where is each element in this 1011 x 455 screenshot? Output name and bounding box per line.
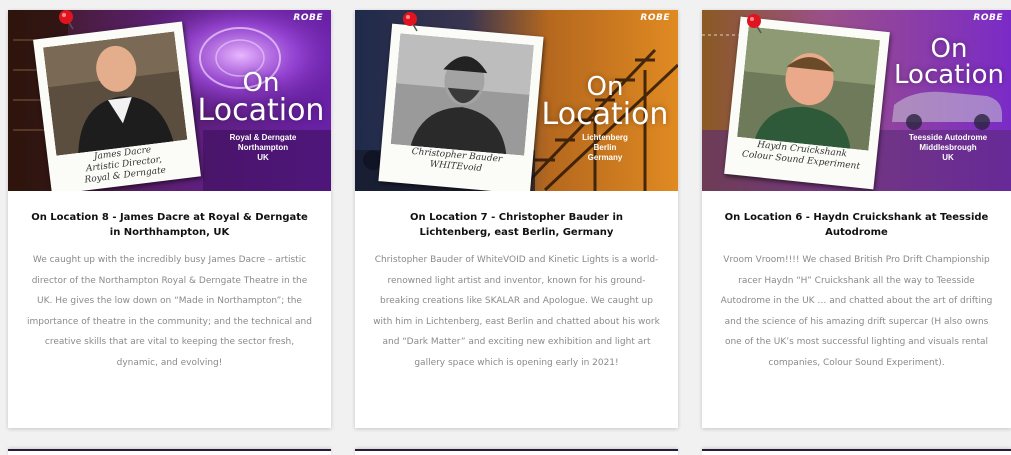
card-description: Vroom Vroom!!!! We chased British Pro Dr… bbox=[720, 255, 993, 368]
pushpin-icon bbox=[747, 14, 762, 34]
card-description: We caught up with the incredibly busy Ja… bbox=[27, 255, 312, 368]
portrait-photo bbox=[390, 33, 534, 156]
article-card-haydn-cruickshank[interactable]: ROBE Haydn Cruickshank Colour Sound Expe… bbox=[702, 10, 1011, 428]
robe-logo: ROBE bbox=[640, 13, 670, 23]
card-banner-image[interactable]: ROBE Haydn Cruickshank Colour Sound Expe… bbox=[702, 10, 1011, 191]
card-banner-image[interactable]: ROBE James Dacre Artistic Director, Roya… bbox=[8, 10, 331, 191]
polaroid-photo: Haydn Cruickshank Colour Sound Experimen… bbox=[724, 16, 890, 190]
card-banner-image[interactable]: ROBE Christopher Bauder WHITEvoid On Loc… bbox=[355, 10, 678, 191]
next-row-card[interactable] bbox=[702, 449, 1011, 455]
card-title-link[interactable]: On Location 8 - James Dacre at Royal & D… bbox=[28, 210, 311, 240]
polaroid-photo: James Dacre Artistic Director, Royal & D… bbox=[33, 21, 201, 191]
next-row-card[interactable] bbox=[8, 449, 331, 455]
article-card-james-dacre[interactable]: ROBE James Dacre Artistic Director, Roya… bbox=[8, 10, 331, 428]
location-label: Teesside Autodrome Middlesbrough UK bbox=[908, 133, 988, 162]
pushpin-icon bbox=[59, 10, 74, 30]
robe-logo: ROBE bbox=[973, 13, 1003, 23]
article-card-christopher-bauder[interactable]: ROBE Christopher Bauder WHITEvoid On Loc… bbox=[355, 10, 678, 428]
card-description: Christopher Bauder of WhiteVOID and Kine… bbox=[373, 255, 660, 368]
portrait-photo bbox=[737, 26, 880, 151]
next-row-card[interactable] bbox=[355, 449, 678, 455]
card-title-link[interactable]: On Location 7 - Christopher Bauder in Li… bbox=[375, 210, 658, 240]
card-title-link[interactable]: On Location 6 - Haydn Cruickshank at Tee… bbox=[722, 210, 991, 240]
portrait-photo bbox=[43, 31, 188, 156]
robe-logo: ROBE bbox=[293, 13, 323, 23]
polaroid-photo: Christopher Bauder WHITEvoid bbox=[378, 23, 544, 191]
pushpin-icon bbox=[403, 12, 418, 32]
location-label: Royal & Derngate Northampton UK bbox=[229, 133, 297, 162]
on-location-heading: On Location bbox=[894, 34, 1004, 90]
on-location-heading: On Location bbox=[541, 72, 669, 132]
on-location-heading: On Location bbox=[197, 68, 325, 128]
location-label: Lichtenberg Berlin Germany bbox=[582, 133, 628, 162]
